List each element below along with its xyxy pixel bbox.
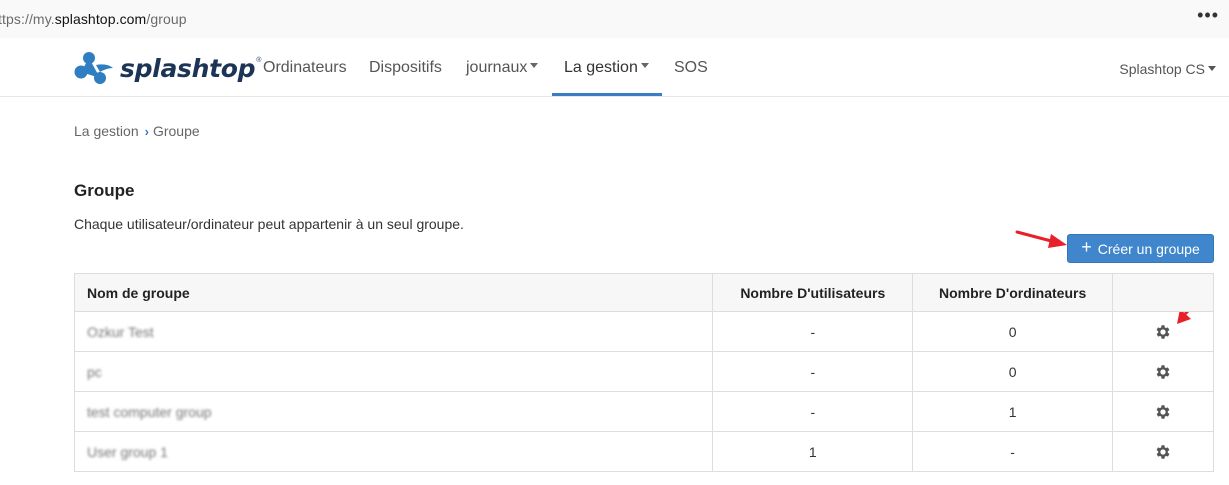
user-count-cell: - — [712, 391, 914, 432]
group-name-cell: pc — [73, 351, 714, 392]
user-count-cell: - — [712, 311, 914, 352]
gear-icon[interactable] — [1154, 443, 1172, 461]
active-tab-indicator — [552, 93, 662, 96]
column-header-computer-count: Nombre D'ordinateurs — [912, 273, 1114, 312]
nav-dispositifs[interactable]: Dispositifs — [369, 59, 442, 77]
nav-journaux-dropdown[interactable]: journaux — [466, 59, 539, 77]
breadcrumb-parent[interactable]: La gestion — [74, 123, 139, 139]
breadcrumb: La gestion › Groupe — [74, 123, 200, 139]
create-group-label: Créer un groupe — [1097, 240, 1200, 257]
table-row: Ozkur Test - 0 — [73, 311, 1214, 352]
nav-ordinateurs[interactable]: Ordinateurs — [263, 59, 347, 77]
user-count-cell: 1 — [712, 431, 914, 472]
table-row: pc - 0 — [73, 351, 1214, 392]
breadcrumb-current: Groupe — [152, 123, 200, 139]
user-count-cell: - — [712, 351, 914, 392]
column-header-actions — [1112, 273, 1214, 312]
computer-count-cell: - — [912, 431, 1114, 472]
chevron-down-icon — [530, 63, 539, 69]
splashtop-logo[interactable]: splashtop ® — [74, 50, 261, 86]
actions-cell — [1112, 391, 1214, 432]
gear-icon[interactable] — [1154, 363, 1172, 381]
logo-text: splashtop — [120, 53, 256, 83]
actions-cell — [1112, 351, 1214, 392]
column-header-group-name: Nom de groupe — [73, 273, 714, 312]
gear-icon[interactable] — [1154, 403, 1172, 421]
group-name-cell: User group 1 — [73, 431, 714, 472]
page-description: Chaque utilisateur/ordinateur peut appar… — [74, 216, 464, 232]
computer-count-cell: 0 — [912, 351, 1114, 392]
chevron-down-icon — [640, 63, 649, 69]
page-title: Groupe — [74, 181, 135, 200]
table-header-row: Nom de groupe Nombre D'utilisateurs Nomb… — [73, 273, 1214, 312]
gear-icon[interactable] — [1154, 323, 1172, 341]
chevron-down-icon — [1208, 65, 1216, 71]
chevron-right-icon: › — [144, 124, 149, 139]
computer-count-cell: 1 — [912, 391, 1114, 432]
nav-la-gestion-dropdown[interactable]: La gestion — [564, 59, 649, 77]
computer-count-cell: 0 — [912, 311, 1114, 352]
group-name-cell: test computer group — [73, 391, 714, 432]
group-table: Nom de groupe Nombre D'utilisateurs Nomb… — [73, 273, 1214, 472]
top-navbar: splashtop ® Ordinateurs Dispositifs journ… — [0, 38, 1229, 97]
column-header-user-count: Nombre D'utilisateurs — [712, 273, 914, 312]
group-name-cell: Ozkur Test — [73, 311, 714, 352]
splashtop-logo-icon — [74, 52, 113, 84]
create-group-button[interactable]: + Créer un groupe — [1067, 234, 1214, 263]
plus-icon: + — [1081, 237, 1092, 257]
actions-cell — [1112, 431, 1214, 472]
annotation-arrow-icon — [1015, 230, 1067, 248]
table-row: test computer group - 1 — [73, 391, 1214, 432]
actions-cell — [1112, 311, 1214, 352]
table-row: User group 1 1 - — [73, 431, 1214, 472]
logo-registered-mark: ® — [256, 56, 262, 64]
url-text[interactable]: ttps://my.splashtop.com/group — [0, 11, 187, 27]
page-actions-icon[interactable]: ••• — [1197, 5, 1219, 26]
nav-sos[interactable]: SOS — [674, 59, 708, 77]
account-menu[interactable]: Splashtop CS — [1119, 61, 1216, 77]
